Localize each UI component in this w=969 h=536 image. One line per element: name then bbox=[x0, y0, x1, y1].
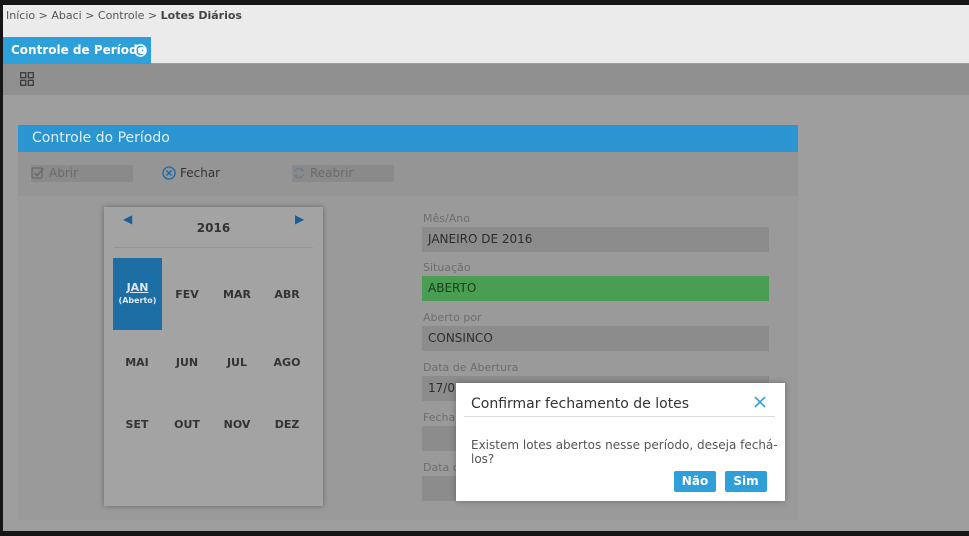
tab-controle-de-periodo[interactable]: Controle de Período bbox=[3, 37, 151, 64]
month-nov[interactable]: NOV bbox=[212, 418, 262, 431]
breadcrumb-separator: > bbox=[38, 9, 48, 22]
close-circle-icon bbox=[162, 166, 176, 180]
confirm-dialog: Confirmar fechamento de lotes Existem lo… bbox=[456, 383, 785, 501]
dialog-divider bbox=[464, 416, 775, 417]
toolbar bbox=[3, 64, 969, 95]
month-abr[interactable]: ABR bbox=[262, 288, 312, 301]
sim-button[interactable]: Sim bbox=[725, 471, 767, 492]
breadcrumb: Início > Abaci > Controle > Lotes Diário… bbox=[3, 5, 969, 35]
month-fev[interactable]: FEV bbox=[162, 288, 212, 301]
month-jul[interactable]: JUL bbox=[212, 356, 262, 369]
mes-ano-label: Mês/Ano bbox=[423, 212, 470, 225]
month-mai[interactable]: MAI bbox=[112, 356, 162, 369]
month-set[interactable]: SET bbox=[112, 418, 162, 431]
calendar-divider bbox=[114, 247, 313, 248]
grid-icon[interactable] bbox=[20, 72, 34, 86]
check-square-icon bbox=[31, 167, 45, 179]
reabrir-label: Reabrir bbox=[310, 166, 354, 180]
close-circle-icon[interactable] bbox=[134, 44, 147, 57]
data-fechamento-label: Data d bbox=[423, 461, 460, 474]
nao-button[interactable]: Não bbox=[674, 471, 716, 492]
month-out[interactable]: OUT bbox=[162, 418, 212, 431]
month-dez[interactable]: DEZ bbox=[262, 418, 312, 431]
reabrir-button[interactable]: Reabrir bbox=[292, 165, 394, 182]
breadcrumb-item-controle[interactable]: Controle bbox=[98, 9, 145, 22]
close-icon[interactable] bbox=[754, 396, 766, 408]
mes-ano-field: JANEIRO DE 2016 bbox=[422, 227, 769, 252]
dialog-message: Existem lotes abertos nesse período, des… bbox=[471, 438, 778, 466]
dialog-title: Confirmar fechamento de lotes bbox=[471, 396, 690, 412]
app-window: Início > Abaci > Controle > Lotes Diário… bbox=[3, 5, 969, 531]
abrir-button[interactable]: Abrir bbox=[31, 165, 133, 182]
panel-title: Controle do Período bbox=[18, 125, 798, 152]
aberto-por-label: Aberto por bbox=[423, 311, 482, 324]
breadcrumb-separator: > bbox=[147, 9, 158, 22]
fechar-button[interactable]: Fechar bbox=[162, 165, 232, 182]
month-calendar: ◀ ▶ 2016 JAN (Aberto) FEV MAR ABR MAI JU… bbox=[104, 207, 323, 506]
tab-label: Controle de Período bbox=[11, 43, 146, 57]
data-abertura-label: Data de Abertura bbox=[423, 361, 519, 374]
breadcrumb-item-inicio[interactable]: Início bbox=[6, 9, 35, 22]
month-mar[interactable]: MAR bbox=[212, 288, 262, 301]
abrir-label: Abrir bbox=[49, 166, 79, 180]
situacao-field: ABERTO bbox=[422, 276, 769, 301]
breadcrumb-separator: > bbox=[85, 9, 95, 22]
fechado-por-label: Fecha bbox=[423, 411, 456, 424]
month-jan[interactable]: JAN (Aberto) bbox=[113, 258, 162, 330]
month-label: JAN bbox=[126, 281, 149, 294]
month-ago[interactable]: AGO bbox=[262, 356, 312, 369]
breadcrumb-item-abaci[interactable]: Abaci bbox=[51, 9, 81, 22]
aberto-por-field: CONSINCO bbox=[422, 326, 769, 351]
fechar-label: Fechar bbox=[180, 166, 221, 180]
action-bar bbox=[18, 152, 798, 196]
situacao-label: Situação bbox=[423, 261, 471, 274]
breadcrumb-current: Lotes Diários bbox=[160, 9, 242, 22]
calendar-year: 2016 bbox=[196, 221, 231, 235]
month-jun[interactable]: JUN bbox=[162, 356, 212, 369]
month-status: (Aberto) bbox=[118, 296, 157, 305]
refresh-icon bbox=[293, 167, 305, 179]
